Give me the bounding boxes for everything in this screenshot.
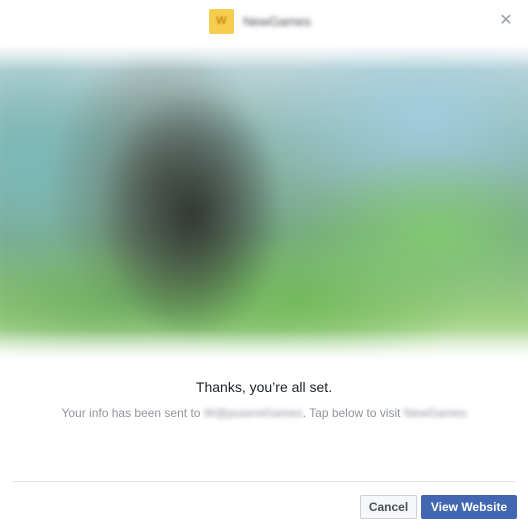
app-brand: W NewGames xyxy=(209,8,311,34)
cancel-button[interactable]: Cancel xyxy=(360,495,417,519)
app-name: NewGames xyxy=(243,13,311,29)
hero-fade-bottom xyxy=(0,330,528,360)
close-icon[interactable]: ✕ xyxy=(498,12,514,30)
confirmation-dialog: W NewGames ✕ Thanks, you’re all set. You… xyxy=(0,0,528,531)
info-middle: . Tap below to visit xyxy=(302,406,404,420)
hero-banner-image xyxy=(0,44,528,360)
info-prefix: Your info has been sent to xyxy=(61,406,204,420)
hero-image xyxy=(0,44,528,360)
dialog-header: W NewGames ✕ xyxy=(0,0,528,44)
confirmation-subtext: Your info has been sent to W@pusereGames… xyxy=(0,406,528,420)
recipient-name: W@pusereGames xyxy=(203,406,303,420)
site-name: NewGames xyxy=(403,406,467,420)
app-logo-glyph: W xyxy=(216,15,227,27)
confirmation-headline: Thanks, you’re all set. xyxy=(195,379,333,395)
app-logo-icon: W xyxy=(209,8,234,34)
view-website-button[interactable]: View Website xyxy=(421,495,517,519)
footer-divider xyxy=(12,481,516,482)
hero-fade-top xyxy=(0,44,528,70)
